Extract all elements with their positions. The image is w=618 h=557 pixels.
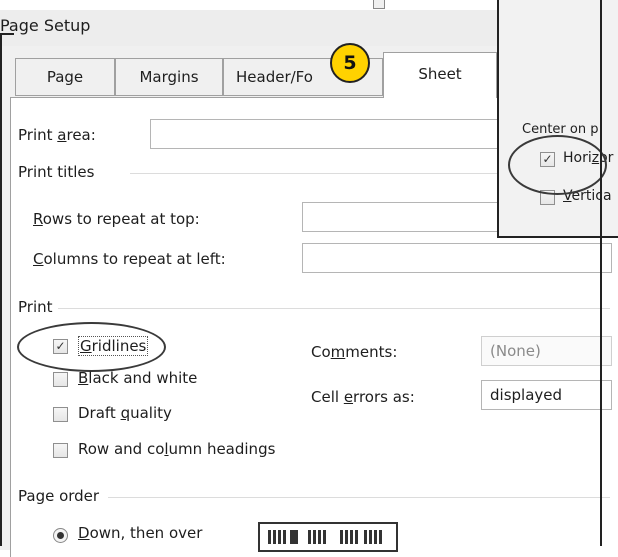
cell-errors-label: Cell errors as: (311, 388, 415, 406)
print-titles-heading: Print titles (18, 163, 95, 181)
horizontally-highlight-circle (508, 135, 607, 195)
screenshot-border (600, 0, 602, 546)
step-number-badge: 5 (330, 43, 370, 83)
tab-margins[interactable]: Margins (115, 58, 223, 96)
print-area-label: Print area: (18, 126, 96, 144)
black-and-white-checkbox[interactable] (53, 372, 68, 387)
print-group-divider (58, 308, 610, 309)
cell-errors-select[interactable]: displayed (481, 380, 612, 410)
down-then-over-radio[interactable] (53, 528, 68, 543)
page-order-arrow-icon (290, 530, 298, 544)
page-order-page-icon (268, 530, 286, 544)
page-order-page-icon (364, 530, 382, 544)
row-column-headings-checkbox[interactable] (53, 443, 68, 458)
page-order-preview-icon (258, 522, 398, 552)
callout-frame-line (0, 33, 2, 546)
comments-select[interactable]: (None) (481, 336, 612, 366)
page-order-divider (108, 497, 610, 498)
tab-page[interactable]: Page (15, 58, 115, 96)
comments-label: Comments: (311, 343, 398, 361)
columns-to-repeat-label: Columns to repeat at left: (33, 250, 226, 268)
tab-sheet[interactable]: Sheet (383, 52, 497, 98)
row-column-headings-label[interactable]: Row and column headings (78, 440, 275, 458)
gridlines-highlight-circle (17, 322, 166, 372)
page-order-page-icon (340, 530, 358, 544)
draft-quality-label[interactable]: Draft quality (78, 404, 172, 422)
down-then-over-label[interactable]: Down, then over (78, 524, 202, 542)
black-and-white-label[interactable]: Black and white (78, 369, 197, 387)
draft-quality-checkbox[interactable] (53, 407, 68, 422)
page-order-page-icon (308, 530, 326, 544)
rows-to-repeat-label: Rows to repeat at top: (33, 210, 200, 228)
page-order-heading: Page order (18, 487, 100, 505)
columns-to-repeat-input[interactable] (302, 243, 612, 273)
print-group-heading: Print (18, 298, 53, 316)
callout-frame-line (0, 33, 14, 35)
background-window-edge (373, 0, 385, 9)
